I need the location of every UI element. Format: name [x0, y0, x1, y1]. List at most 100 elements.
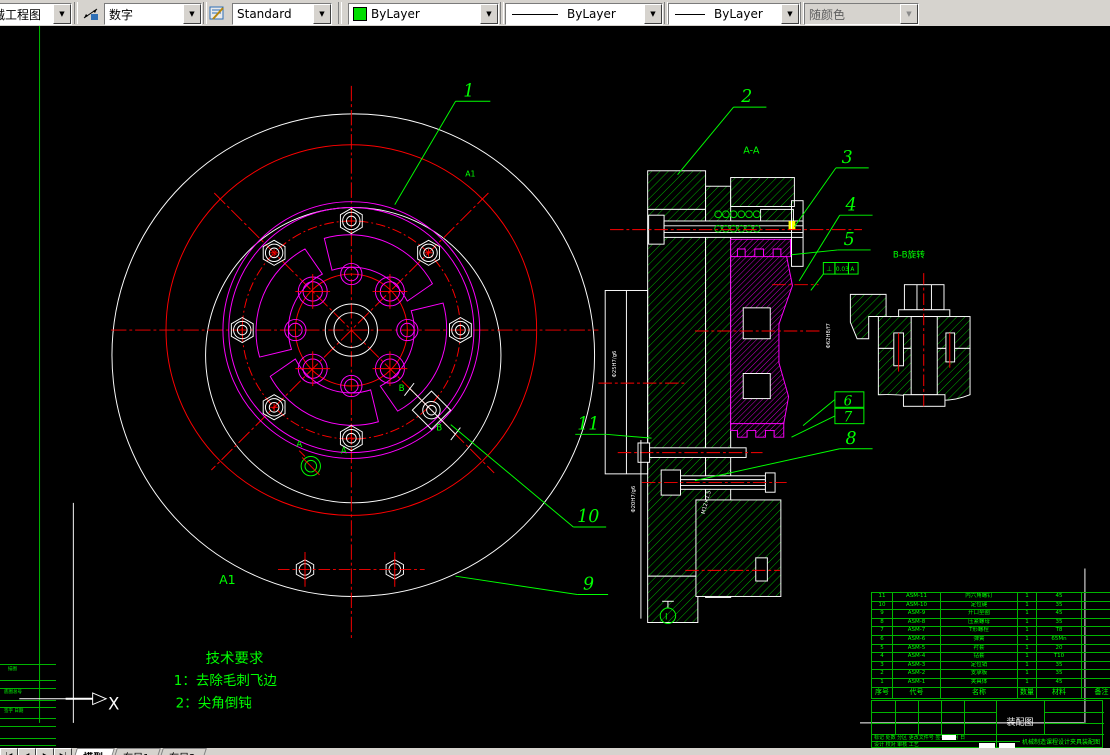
detail-title: B-B旋转: [893, 249, 925, 261]
tolerance-value: 0.03: [836, 267, 849, 273]
tolerance-frame: ⊥ 0.03 A: [810, 262, 859, 291]
tolerance-datum: A: [850, 267, 854, 273]
tab-model[interactable]: 模型: [71, 748, 115, 755]
tech-requirements: 技术要求 1：去除毛刺飞边 2：尖角倒钝: [174, 650, 278, 711]
workpiece-section: [730, 238, 793, 438]
callout-9: 9: [455, 575, 609, 596]
label-a1-top: A1: [465, 170, 475, 179]
dim-style-dropdown[interactable]: 数字 ▼: [104, 3, 202, 25]
label-b-top: B: [399, 384, 405, 394]
bom-row: 4 ASM-4 钻套 1 T10: [871, 652, 1110, 662]
svg-text:9: 9: [583, 575, 594, 595]
detail-view: B-B旋转: [849, 249, 971, 407]
layer-style-value: 机械工程图: [0, 7, 42, 22]
svg-text:3: 3: [842, 148, 853, 168]
datum-target: [298, 450, 321, 477]
lineweight-sample: [675, 13, 705, 15]
plot-style-dropdown: 随颜色 ▼: [804, 3, 919, 25]
linetype-value: ByLayer: [567, 7, 616, 21]
layout-tab-bar: |◀ ◀ ▶ ▶| 模型 布局1 布局2: [0, 748, 1110, 755]
callout-1: 1: [394, 81, 491, 205]
tab-layout1[interactable]: 布局1: [111, 748, 162, 755]
linetype-sample: [512, 13, 558, 15]
section-view: A-A Φ20H7/g6 M12×1.5 Φ25H7/g6 Φ62H8/f7 ⊥…: [598, 145, 862, 624]
tech-title: 技术要求: [206, 650, 264, 667]
toolbar: 机械工程图 ▼ 数字 ▼ Standard ▼ ByLayer ▼ ByLaye…: [0, 0, 1110, 27]
margin-table: 描图 底图总号 签字 日期: [0, 664, 56, 748]
margin-label: 底图总号: [4, 690, 22, 695]
bom-row: 7 ASM-7 T形螺栓 1 T8: [871, 626, 1110, 636]
toolbar-separator: [338, 2, 342, 24]
tab-nav-next[interactable]: ▶: [36, 748, 54, 755]
svg-text:11: 11: [577, 414, 599, 434]
margin-label: 签字 日期: [4, 709, 24, 714]
chevron-down-icon[interactable]: ▼: [781, 4, 799, 24]
toolbar-separator: [74, 2, 78, 24]
label-b-bottom: B: [436, 423, 442, 433]
dim-style-value: 数字: [109, 7, 134, 22]
svg-text:1: 1: [463, 81, 474, 101]
tech-line-1: 1：去除毛刺飞边: [174, 673, 278, 689]
toolbar-separator: [500, 2, 504, 24]
datum-i-label: I: [665, 613, 668, 623]
section-b-marker: [404, 382, 461, 441]
svg-text:7: 7: [844, 410, 853, 426]
svg-text:5: 5: [844, 230, 855, 250]
svg-text:4: 4: [845, 195, 857, 215]
svg-text:8: 8: [846, 429, 857, 449]
chevron-down-icon[interactable]: ▼: [313, 4, 331, 24]
dim-text: Φ25H7/g6: [612, 350, 618, 377]
chevron-down-icon[interactable]: ▼: [183, 4, 201, 24]
callout-11: 11: [575, 414, 652, 439]
bom-row: 11 ASM-11 内六角螺钉 1 45: [871, 592, 1110, 602]
bom-row: 6 ASM-6 弹簧 1 65Mn: [871, 634, 1110, 645]
chevron-down-icon[interactable]: ▼: [644, 4, 662, 24]
svg-text:6: 6: [844, 393, 853, 409]
label-a-right: A: [341, 447, 347, 457]
label-a-left: A: [296, 440, 302, 450]
layer-style-dropdown[interactable]: 机械工程图 ▼: [0, 3, 72, 25]
bom-row: 3 ASM-3 定位销 1 35: [871, 660, 1110, 671]
dim-text: Φ20H7/g6: [631, 485, 637, 512]
front-view: A1 A1 A A B B: [110, 85, 599, 640]
text-style-dropdown[interactable]: Standard ▼: [232, 3, 332, 25]
project-name: 机械制造课程设计夹具装配图: [1022, 739, 1101, 746]
bom-row: 10 ASM-10 定位键 1 35: [871, 600, 1110, 611]
chevron-down-icon[interactable]: ▼: [53, 4, 71, 24]
callouts: 1 2 3 4 5 6 7 8 9 10 11: [394, 81, 873, 596]
tab-layout2[interactable]: 布局2: [157, 748, 208, 755]
callout-2: 2: [677, 87, 767, 175]
tab-nav-prev[interactable]: ◀: [18, 748, 36, 755]
lineweight-dropdown[interactable]: ByLayer ▼: [668, 3, 800, 25]
color-swatch: [353, 7, 367, 21]
chevron-down-icon[interactable]: ▼: [480, 4, 498, 24]
linetype-dropdown[interactable]: ByLayer ▼: [505, 3, 663, 25]
drawing-canvas[interactable]: A1 A1 A A B B A-A Φ20H7/g6 M12×1.5 Φ25H7…: [0, 26, 1110, 748]
svg-text:2: 2: [740, 87, 752, 107]
bom-row: 8 ASM-8 压紧螺母 1 35: [871, 617, 1110, 628]
dim-text: Φ62H8/f7: [826, 323, 832, 348]
bom-body: 11 ASM-11 内六角螺钉 1 45 10 ASM-10 定位键 1 35 9 ASM-9 开口垫圈…: [871, 592, 1110, 699]
text-style-value: Standard: [237, 7, 292, 21]
svg-text:10: 10: [577, 507, 599, 527]
tab-nav-first[interactable]: |◀: [0, 748, 18, 755]
dim-style-icon[interactable]: [80, 3, 102, 23]
margin-label: 描图: [8, 667, 17, 672]
tab-nav-last[interactable]: ▶|: [54, 748, 72, 755]
color-value: ByLayer: [371, 7, 420, 21]
drawing-name: 装配图: [1006, 718, 1034, 728]
bom-header-row: 序号 代号 名称 数量 材料 备注: [871, 686, 1110, 699]
bom-row: 9 ASM-9 开口垫圈 1 45: [871, 609, 1110, 619]
color-dropdown[interactable]: ByLayer ▼: [348, 3, 499, 25]
bom-row: 1 ASM-1 夹具体 1 45: [871, 677, 1110, 688]
tolerance-symbol: ⊥: [826, 265, 832, 273]
label-a1-bottom: A1: [219, 572, 236, 587]
text-style-icon[interactable]: [207, 3, 229, 23]
bom-row: 2 ASM-2 支承板 1 35: [871, 669, 1110, 679]
change-row: 标记 处数 分区 更改文件号 签字 年 月 日: [874, 735, 966, 741]
chevron-down-icon: ▼: [900, 4, 918, 24]
lineweight-value: ByLayer: [714, 7, 763, 21]
bom-table: 11 ASM-11 内六角螺钉 1 45 10 ASM-10 定位键 1 35 9 ASM-9 开口垫圈…: [871, 592, 1110, 699]
plot-style-value: 随颜色: [809, 7, 846, 22]
title-block: 装配图 标记 处数 分区 更改文件号 签字 年 月 日 设计 校对 审核 工艺 …: [871, 700, 1104, 748]
